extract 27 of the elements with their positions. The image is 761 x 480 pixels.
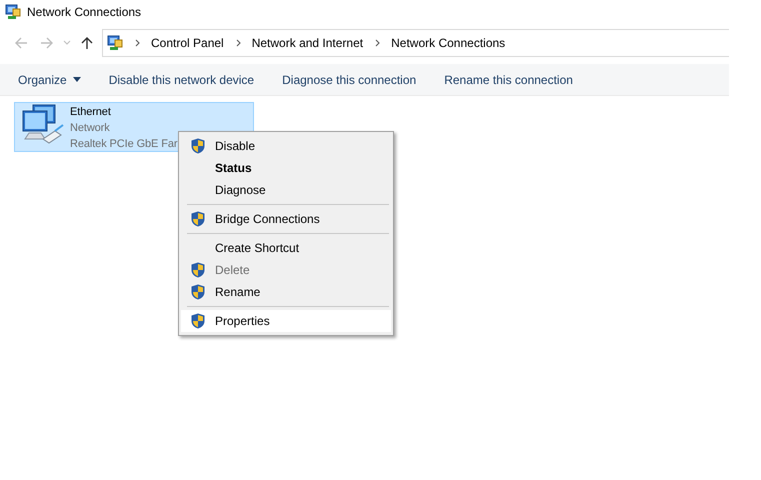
- connection-name: Ethernet: [70, 105, 112, 120]
- chevron-icon: [135, 39, 141, 47]
- address-bar[interactable]: Control Panel Network and Internet Network Connections: [102, 29, 729, 57]
- up-arrow-icon: [80, 36, 94, 50]
- breadcrumb-item[interactable]: Control Panel: [151, 36, 224, 50]
- menu-item[interactable]: Rename: [181, 281, 391, 303]
- right-arrow-icon: [40, 36, 54, 50]
- menu-item[interactable]: Create Shortcut: [181, 237, 391, 259]
- toolbar-button[interactable]: Disable this network device: [98, 68, 264, 90]
- menu-item[interactable]: Status: [181, 157, 391, 179]
- left-arrow-icon: [14, 36, 28, 50]
- chevron-down-icon: [63, 40, 71, 46]
- connection-status: Network: [70, 121, 111, 136]
- window-title: Network Connections: [27, 5, 142, 19]
- adapter-name: Realtek PCIe GbE Far: [70, 137, 178, 152]
- menu-item[interactable]: Properties: [181, 310, 391, 332]
- chevron-icon: [236, 39, 242, 47]
- breadcrumb-item[interactable]: Network and Internet: [252, 36, 364, 50]
- network-folder-icon: [4, 4, 21, 20]
- menu-item[interactable]: Diagnose: [181, 179, 391, 201]
- chevron-icon: [375, 39, 382, 47]
- toolbar-button[interactable]: Diagnose this connection: [272, 68, 426, 90]
- breadcrumb-item[interactable]: Network Connections: [391, 36, 506, 50]
- menu-item[interactable]: Bridge Connections: [181, 208, 391, 230]
- network-folder-icon: [106, 35, 123, 51]
- toolbar-button[interactable]: Rename this connection: [434, 68, 583, 90]
- toolbar-button[interactable]: Organize: [8, 68, 91, 90]
